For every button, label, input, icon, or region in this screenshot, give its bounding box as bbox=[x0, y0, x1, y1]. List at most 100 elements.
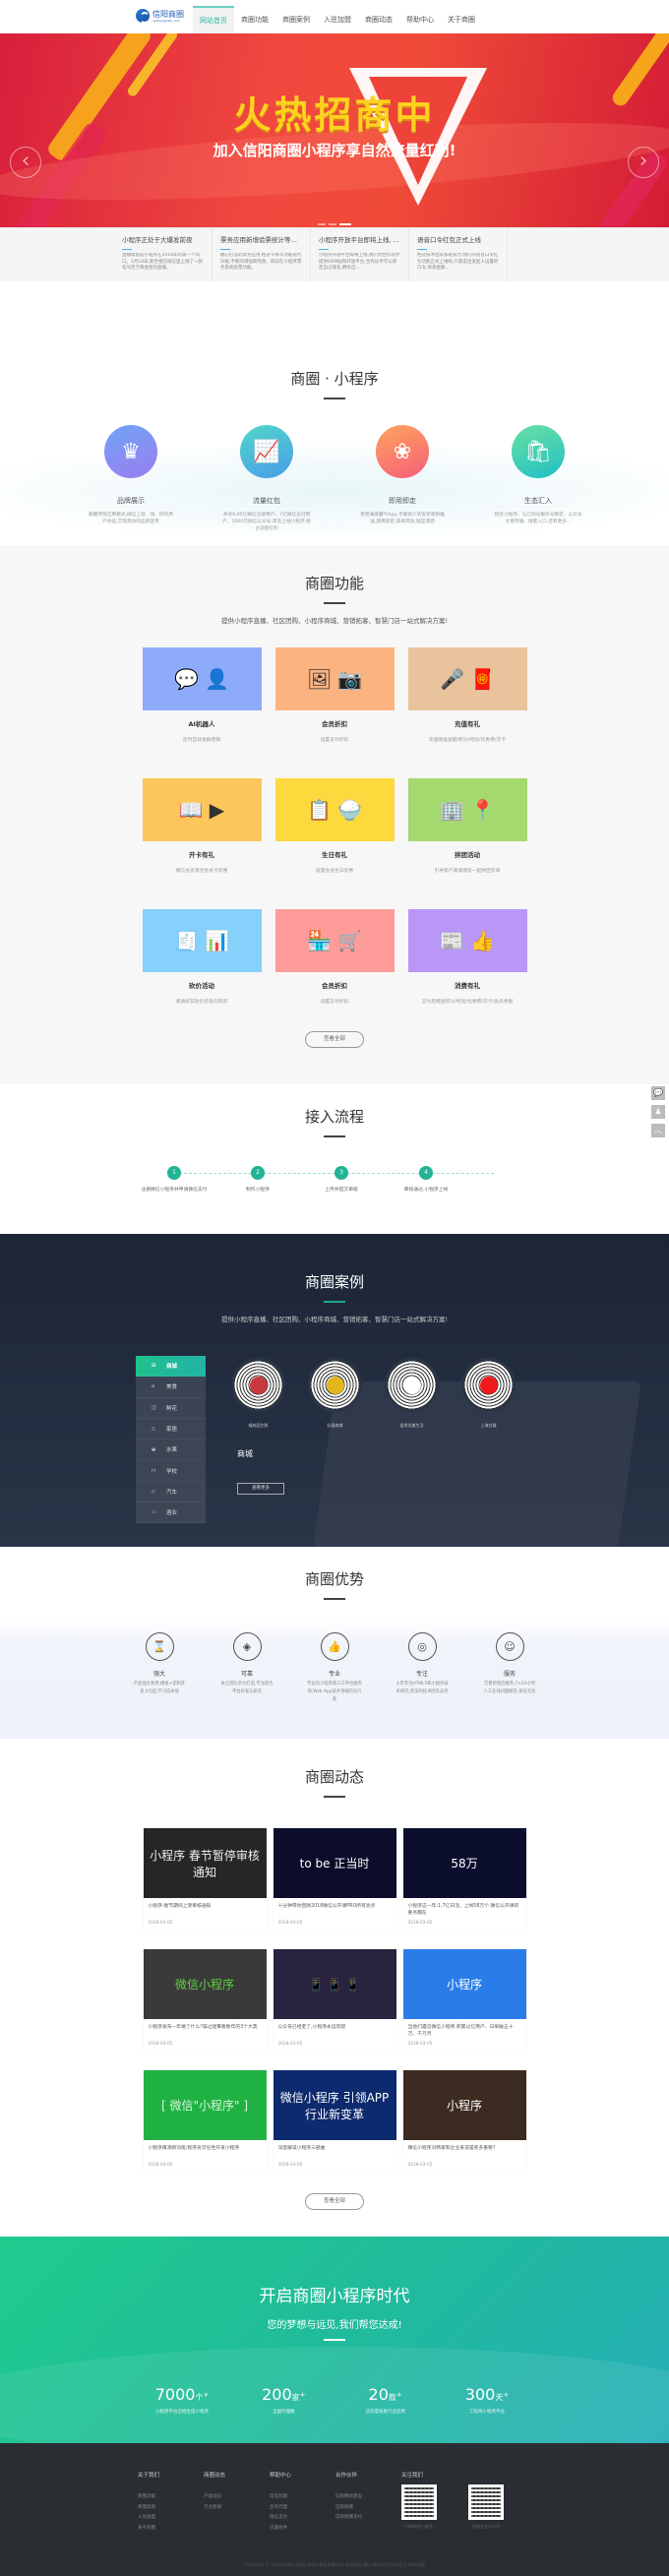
case-qr[interactable]: 爱尚优美生活 bbox=[385, 1358, 439, 1429]
news-title[interactable]: 公众号已经老了,小程序永远年轻 bbox=[274, 2019, 396, 2038]
news-title[interactable]: 深度解读小程序三部曲 bbox=[274, 2140, 396, 2159]
carousel-dot-active[interactable] bbox=[339, 223, 351, 225]
case-category-active[interactable]: ⊟ 商城 bbox=[136, 1356, 206, 1378]
copyright: Copyright © 2016-2020 河南正商电子商务有限公司 版权所有 … bbox=[243, 2562, 426, 2567]
news-title[interactable]: 小程序正处于大爆发前夜 bbox=[122, 234, 204, 244]
logo[interactable]: 信阳商圈 xyshangquan.com bbox=[136, 9, 184, 24]
news-strip-item[interactable]: 语音口令红包正式上线 经过技术团队加班努力,我们的语音口令红包功能正式上线啦,只需… bbox=[409, 228, 508, 282]
qq-icon[interactable]: ♟ bbox=[651, 1105, 665, 1119]
carousel-dot[interactable] bbox=[329, 223, 336, 225]
news-card[interactable]: 小程序 春节暂停审核通知 小程序:春节期间上架审核通知 2018-03-05 bbox=[143, 1828, 267, 1932]
footer-link[interactable]: 商圈案例 bbox=[138, 2503, 204, 2514]
feature-card[interactable]: 🏢 📍 拼团活动 引导客户邀请朋友一起拼团买单 bbox=[407, 778, 527, 909]
feature-card[interactable]: 🧾 📊 砍价活动 邀请好友砍价后低价购买 bbox=[142, 909, 262, 1040]
feature-name: 品牌展示 bbox=[117, 497, 145, 505]
news-card[interactable]: to be 正当时 十分钟带你回顾2018微信公开课PRO所有亮点 2018-03-… bbox=[273, 1828, 396, 1932]
news-date: 2018-03-05 bbox=[407, 2163, 433, 2168]
news-title[interactable]: 小程序发布一年做了什么?穿过迷雾看数年的3个大势 bbox=[144, 2019, 267, 2038]
stat-label: 已深度研发行业应用 bbox=[365, 2409, 405, 2415]
nav-cases[interactable]: 商圈案例 bbox=[275, 6, 317, 33]
news-title[interactable]: 小程序:春节期间上架审核通知 bbox=[144, 1898, 267, 1917]
news-card[interactable]: 微信小程序 引领APP行业新变革 深度解读小程序三部曲 2018-03-05 bbox=[273, 2070, 396, 2174]
case-qr[interactable]: 福农园生鲜 bbox=[231, 1358, 285, 1429]
news-card[interactable]: 58万 小程序这一年:1.7亿日活、上线58万个,微信公开课的重点都在 2018-0… bbox=[402, 1828, 526, 1932]
footer-link[interactable]: 信阳商圈 bbox=[335, 2503, 401, 2514]
back-to-top-icon[interactable]: ︿ bbox=[651, 1124, 665, 1137]
nav-home[interactable]: 网站首页 bbox=[193, 6, 234, 33]
nav-features[interactable]: 商圈功能 bbox=[234, 6, 275, 33]
news-title[interactable]: 当他们遇见微信小程序,积累过亿用户、日单破五十万、千万月 bbox=[403, 2019, 526, 2038]
process-step: 3 上传并提交审核 bbox=[292, 1166, 391, 1193]
case-category-list: ⊟ 商城 ⌂ 美食 ◫ 鲜花 △ 家居 ◒ 水果 ⊓ 学校 ◇ 汽车 ▭ 酒业 bbox=[136, 1356, 206, 1524]
news-title[interactable]: 小程序开放平台即将上线, ... bbox=[319, 234, 400, 244]
carousel-prev-button[interactable]: ‹ bbox=[10, 147, 41, 178]
feature-card[interactable]: 📰 👍 消费有礼 支付后赠送积分/经验/优惠券/次卡/会员余额 bbox=[407, 909, 527, 1040]
feature-card[interactable]: 🎤 🧧 充值有礼 充值赠送金额/积分/经验/优惠券/次卡 bbox=[407, 647, 527, 778]
nav-news[interactable]: 商圈动态 bbox=[358, 6, 399, 33]
stat-unit: 款 bbox=[388, 2392, 396, 2402]
feature-desc: 充值赠送金额/积分/经验/优惠券/次卡 bbox=[428, 738, 507, 743]
news-title[interactable]: 小程序这一年:1.7亿日活、上线58万个,微信公开课的重点都在 bbox=[403, 1898, 526, 1917]
advantage-item: 👍 专业 专业的小程序第三方平台服务商,Web App技术领域的先行者 bbox=[307, 1632, 362, 1704]
chat-icon[interactable]: 💬 bbox=[651, 1086, 665, 1100]
news-title[interactable]: 语音口令红包正式上线 bbox=[417, 234, 499, 244]
stat-number: 200 bbox=[262, 2384, 292, 2404]
feature-card[interactable]: 📖 ▶ 开卡有礼 微信会员激活会员卡优惠 bbox=[142, 778, 262, 909]
footer-link[interactable]: 合作代理 bbox=[270, 2503, 335, 2514]
footer-link[interactable]: 常见问题 bbox=[270, 2492, 335, 2503]
feature-name: 生态汇入 bbox=[524, 497, 552, 505]
nav-join[interactable]: 入驻加盟 bbox=[317, 6, 358, 33]
view-all-news-button[interactable]: 查看全部 bbox=[305, 2193, 364, 2210]
news-section: 商圈动态 小程序 春节暂停审核通知 小程序:春节期间上架审核通知 2018-03-0… bbox=[0, 1739, 669, 2237]
illustration-icon: 📖 bbox=[178, 798, 204, 822]
feature-card[interactable]: 📋 🍚 生日有礼 设置会员生日优惠 bbox=[274, 778, 395, 909]
footer-link[interactable]: 页面组件 bbox=[270, 2524, 335, 2535]
case-category-item[interactable]: ▭ 酒业 bbox=[136, 1503, 206, 1524]
footer-link[interactable]: 信阳网站建设 bbox=[335, 2492, 401, 2503]
thumbs-up-icon: 👍 bbox=[320, 1632, 349, 1661]
footer-link[interactable]: 商圈功能 bbox=[138, 2492, 204, 2503]
case-category-item[interactable]: ◫ 鲜花 bbox=[136, 1398, 206, 1419]
feature-card[interactable]: 💬 👤 AI机器人 定时自动发群营销 bbox=[142, 647, 262, 778]
feature-card[interactable]: 🏪 🛒 会员折扣 设置支付折扣 bbox=[274, 909, 395, 1040]
feature-card[interactable]: 🖼 📷 会员折扣 设置支付折扣 bbox=[274, 647, 395, 778]
nav-about[interactable]: 关于商圈 bbox=[441, 6, 482, 33]
news-strip-item[interactable]: 小程序正处于大爆发前夜 直播帮恩是小程序在2018年的第一个风口。1月18日,新世… bbox=[114, 228, 213, 282]
news-card[interactable]: 小程序 微信小程序对商家和企业来说是有多重要? 2018-03-05 bbox=[402, 2070, 526, 2174]
news-title[interactable]: 票务应用新增验票统计等功... bbox=[220, 234, 302, 244]
news-card[interactable]: 微信小程序 小程序发布一年做了什么?穿过迷雾看数年的3个大势 2018-03-05 bbox=[143, 1949, 267, 2053]
case-qr[interactable]: 队蛋商城 bbox=[308, 1358, 362, 1429]
news-card[interactable]: [ 微信"小程序" ] 小程序再添新功能,程序员可任性开发小程序 2018-03-0… bbox=[143, 2070, 267, 2174]
carousel-dot[interactable] bbox=[318, 223, 326, 225]
nav-help[interactable]: 帮助中心 bbox=[399, 6, 441, 33]
footer-link[interactable]: 微信支付 bbox=[270, 2513, 335, 2524]
case-category-item[interactable]: ◇ 汽车 bbox=[136, 1482, 206, 1503]
case-category-item[interactable]: ◒ 水果 bbox=[136, 1440, 206, 1461]
feature-illustration: 💬 👤 bbox=[142, 647, 262, 710]
news-title[interactable]: 小程序再添新功能,程序员可任性开发小程序 bbox=[144, 2140, 267, 2159]
logo-text: 信阳商圈 bbox=[152, 9, 184, 19]
footer-follow: 关注我们 - 扫码体验小程序 - - 扫码关注公众号 - bbox=[401, 2471, 504, 2534]
news-title[interactable]: 十分钟带你回顾2018微信公开课PRO所有亮点 bbox=[274, 1898, 396, 1917]
case-category-item[interactable]: △ 家居 bbox=[136, 1419, 206, 1441]
footer-link[interactable]: 行业新闻 bbox=[204, 2503, 270, 2514]
case-category-item[interactable]: ⊓ 学校 bbox=[136, 1460, 206, 1482]
footer-link[interactable]: 入驻加盟 bbox=[138, 2513, 204, 2524]
news-card[interactable]: 小程序 当他们遇见微信小程序,积累过亿用户、日单破五十万、千万月 2018-03-0… bbox=[402, 1949, 526, 2053]
news-card[interactable]: 📱 📱 📱 公众号已经老了,小程序永远年轻 2018-03-05 bbox=[273, 1949, 396, 2053]
advantage-item: ◈ 可靠 本土团队亲力打造,专注适合平台开发与研究 bbox=[219, 1632, 274, 1704]
carousel-next-button[interactable]: › bbox=[628, 147, 659, 178]
feature-illustration: 📖 ▶ bbox=[142, 778, 262, 841]
footer-link[interactable]: 信阳商圈支付 bbox=[335, 2513, 401, 2524]
news-title[interactable]: 微信小程序对商家和企业来说是有多重要? bbox=[403, 2140, 526, 2159]
footer-link[interactable]: 关于商圈 bbox=[138, 2524, 204, 2535]
chevron-left-icon: ‹ bbox=[21, 149, 30, 173]
footer-link[interactable]: 产品动态 bbox=[204, 2492, 270, 2503]
case-category-item[interactable]: ⌂ 美食 bbox=[136, 1377, 206, 1398]
view-more-cases-button[interactable]: 查看更多 bbox=[237, 1483, 284, 1495]
hero-banner[interactable]: 火热招商中 加入信阳商圈小程序享自然流量红利! ‹ › bbox=[0, 33, 669, 227]
case-qr[interactable]: 上海白猫 bbox=[461, 1358, 516, 1429]
step-number: 1 bbox=[167, 1166, 181, 1180]
news-strip-item[interactable]: 票务应用新增验票统计等功... 糖心打造的票务应用,经过十余次功能迭代升级,不断的… bbox=[213, 228, 311, 282]
news-strip-item[interactable]: 小程序开放平台即将上线, ... 小程序开放平台即将上线,我们为合作伙伴提供OEM… bbox=[311, 228, 409, 282]
